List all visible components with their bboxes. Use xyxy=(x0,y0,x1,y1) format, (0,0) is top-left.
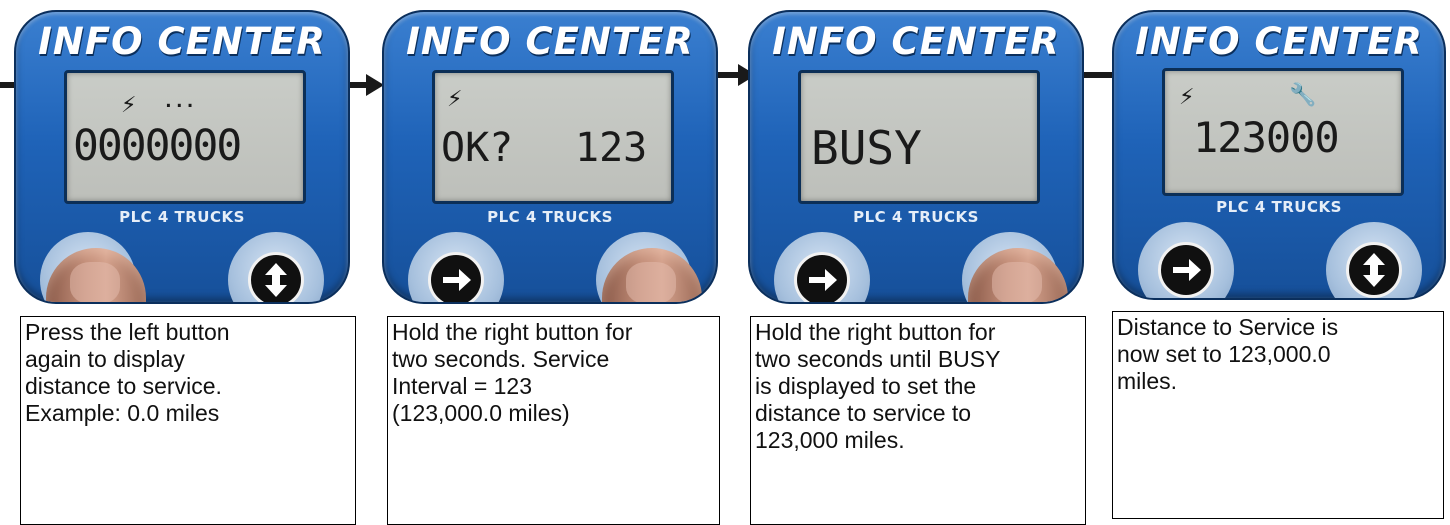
right-arrow-icon xyxy=(428,252,484,302)
caption-line: is displayed to set the xyxy=(755,373,977,399)
lcd-screen: ⚡ OK? 123 xyxy=(432,70,674,204)
caption-step-2: Hold the right button for two seconds. S… xyxy=(387,316,720,525)
brand-label: PLC 4 TRUCKS xyxy=(119,208,245,226)
brand-label: PLC 4 TRUCKS xyxy=(1216,198,1342,216)
device-step-3: INFO CENTER BUSY PLC 4 TRUCKS xyxy=(748,10,1084,304)
lcd-main-readout: 0000000 xyxy=(73,121,242,171)
lightning-icon: ⚡ xyxy=(1179,85,1195,110)
caption-line: Distance to Service is xyxy=(1117,314,1339,340)
lcd-main-readout: 123000 xyxy=(1193,113,1340,162)
brand-label: PLC 4 TRUCKS xyxy=(487,208,613,226)
wrench-icon: 🔧 xyxy=(1289,83,1317,108)
brand-label: PLC 4 TRUCKS xyxy=(853,208,979,226)
caption-step-3: Hold the right button for two seconds un… xyxy=(750,316,1086,525)
right-button[interactable] xyxy=(1326,222,1422,298)
caption-line: Example: 0.0 miles xyxy=(25,400,220,426)
left-button[interactable] xyxy=(408,232,504,302)
lcd-right-readout: 123 xyxy=(575,125,648,171)
caption-step-4: Distance to Service is now set to 123,00… xyxy=(1112,311,1444,519)
caption-line: 123,000 miles. xyxy=(755,427,905,453)
up-down-arrow-icon xyxy=(1346,242,1402,298)
lcd-screen: ⚡ ... 0000000 xyxy=(64,70,306,204)
caption-line: Interval = 123 xyxy=(392,373,533,399)
device-step-4: INFO CENTER ⚡ 🔧 123000 PLC 4 TRUCKS xyxy=(1112,10,1446,300)
caption-line: now set to 123,000.0 xyxy=(1117,341,1331,367)
caption-line: again to display xyxy=(25,346,185,372)
caption-line: Press the left button xyxy=(25,319,230,345)
caption-line: Hold the right button for xyxy=(392,319,633,345)
up-down-arrow-icon xyxy=(248,252,304,302)
caption-line: miles. xyxy=(1117,368,1178,394)
device-title: INFO CENTER xyxy=(406,20,694,63)
device-title: INFO CENTER xyxy=(38,20,326,63)
device-step-2: INFO CENTER ⚡ OK? 123 PLC 4 TRUCKS xyxy=(382,10,718,304)
lcd-indicator-text: ... xyxy=(163,91,196,112)
left-button[interactable] xyxy=(774,232,870,302)
device-step-1: INFO CENTER ⚡ ... 0000000 PLC 4 TRUCKS xyxy=(14,10,350,304)
caption-line: (123,000.0 miles) xyxy=(392,400,570,426)
right-arrow-icon xyxy=(794,252,850,302)
caption-line: distance to service. xyxy=(25,373,222,399)
device-title: INFO CENTER xyxy=(1135,20,1423,63)
lcd-screen: ⚡ 🔧 123000 xyxy=(1162,68,1404,196)
caption-line: two seconds until BUSY xyxy=(755,346,1001,372)
lcd-left-readout: OK? xyxy=(441,125,514,171)
lightning-icon: ⚡ xyxy=(121,93,137,118)
device-title: INFO CENTER xyxy=(772,20,1060,63)
left-button[interactable] xyxy=(1138,222,1234,298)
caption-line: distance to service to xyxy=(755,400,972,426)
lcd-main-readout: BUSY xyxy=(811,121,922,175)
caption-step-1: Press the left button again to display d… xyxy=(20,316,356,525)
right-arrow-icon xyxy=(1158,242,1214,298)
lightning-icon: ⚡ xyxy=(447,87,463,112)
lcd-screen: BUSY xyxy=(798,70,1040,204)
caption-line: Hold the right button for xyxy=(755,319,996,345)
caption-line: two seconds. Service xyxy=(392,346,610,372)
right-button[interactable] xyxy=(228,232,324,302)
